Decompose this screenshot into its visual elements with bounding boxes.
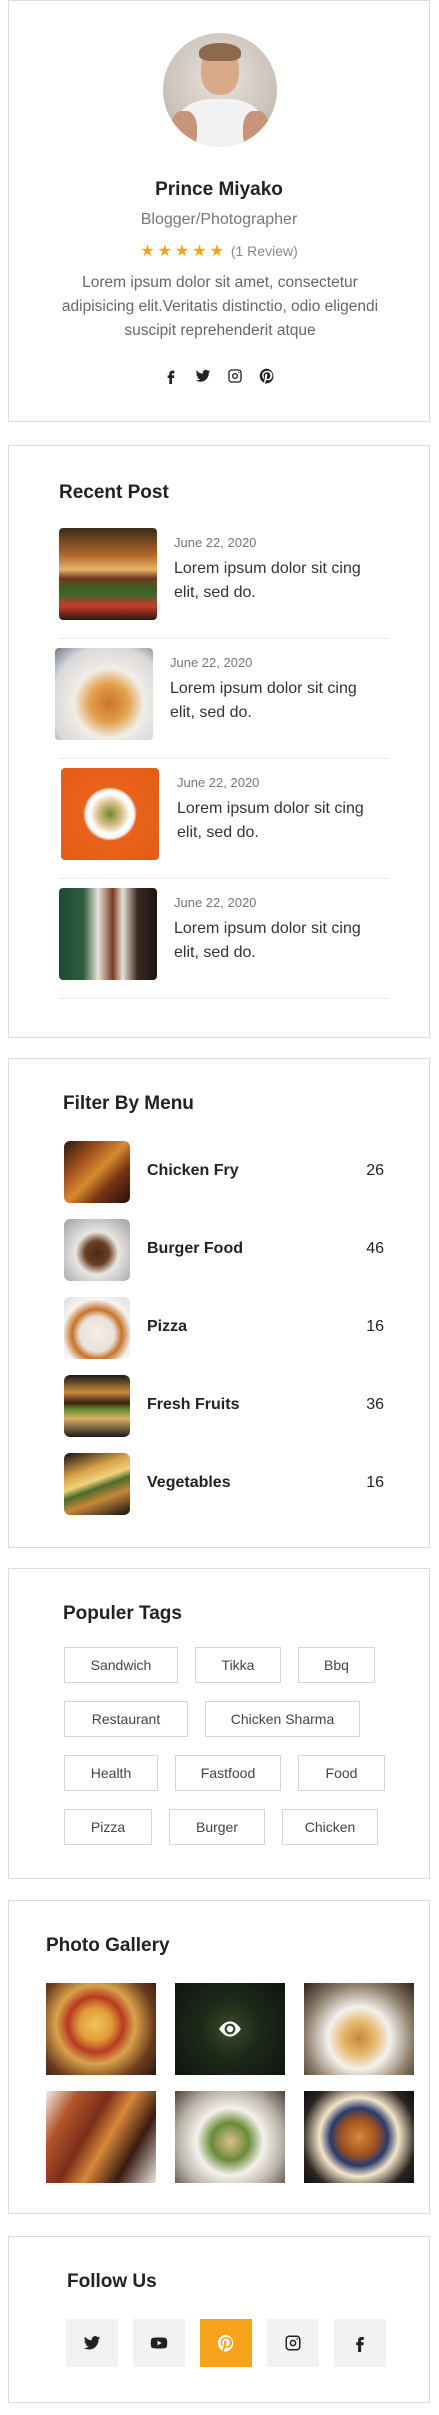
menu-count: 46 — [366, 1240, 384, 1257]
list-item[interactable]: Vegetables 16 — [64, 1453, 384, 1515]
post-thumbnail-dessert[interactable] — [55, 648, 153, 740]
menu-label[interactable]: Vegetables — [147, 1474, 231, 1492]
post-thumbnail-salad[interactable] — [61, 768, 159, 860]
list-item[interactable]: Chicken Fry 26 — [64, 1141, 384, 1203]
gallery-image-plate[interactable] — [304, 1983, 414, 2075]
tag-health[interactable]: Health — [64, 1755, 158, 1791]
menu-label[interactable]: Chicken Fry — [147, 1162, 239, 1180]
list-item[interactable]: June 22, 2020 Lorem ipsum dolor sit cing… — [55, 639, 389, 759]
menu-count: 16 — [366, 1318, 384, 1335]
recent-post-title: Recent Post — [59, 482, 169, 503]
profile-card: Prince Miyako Blogger/Photographer ★★★★★… — [8, 0, 430, 422]
photo-gallery-card: Photo Gallery — [8, 1900, 430, 2214]
tag-burger[interactable]: Burger — [169, 1809, 265, 1845]
gallery-title: Photo Gallery — [46, 1935, 170, 1956]
profile-role: Blogger/Photographer — [140, 211, 298, 228]
recent-post-card: Recent Post June 22, 2020 Lorem ipsum do… — [8, 445, 430, 1038]
gallery-image-skewers[interactable] — [46, 2091, 156, 2183]
tag-chicken-sharma[interactable]: Chicken Sharma — [205, 1701, 360, 1737]
follow-pinterest-button[interactable] — [200, 2319, 252, 2367]
filter-by-menu-card: Filter By Menu Chicken Fry 26 Burger Foo… — [8, 1058, 430, 1548]
post-thumbnail-burger[interactable] — [59, 528, 157, 620]
post-date: June 22, 2020 — [174, 535, 257, 550]
pinterest-icon — [217, 2334, 234, 2352]
post-date: June 22, 2020 — [170, 655, 253, 670]
rating-stars: ★★★★★ — [140, 243, 227, 260]
gallery-image-salad[interactable] — [175, 2091, 285, 2183]
follow-twitter-button[interactable] — [66, 2319, 118, 2367]
menu-count: 26 — [366, 1162, 384, 1179]
post-thumbnail-parfait[interactable] — [59, 888, 157, 980]
list-item[interactable]: Pizza 16 — [64, 1297, 384, 1359]
menu-count: 36 — [366, 1396, 384, 1413]
avatar — [163, 33, 277, 147]
list-item[interactable]: June 22, 2020 Lorem ipsum dolor sit cing… — [59, 759, 389, 879]
twitter-icon[interactable] — [194, 367, 212, 385]
instagram-icon — [285, 2335, 301, 2351]
follow-facebook-button[interactable] — [334, 2319, 386, 2367]
menu-label[interactable]: Burger Food — [147, 1240, 243, 1258]
menu-label[interactable]: Pizza — [147, 1318, 187, 1336]
post-title[interactable]: Lorem ipsum dolor sit cing elit, sed do. — [170, 677, 385, 725]
filter-menu-title: Filter By Menu — [63, 1093, 194, 1114]
gallery-image-pizza[interactable] — [46, 1983, 156, 2075]
tag-restaurant[interactable]: Restaurant — [64, 1701, 188, 1737]
post-title[interactable]: Lorem ipsum dolor sit cing elit, sed do. — [174, 917, 389, 965]
tag-pizza[interactable]: Pizza — [64, 1809, 152, 1845]
tag-tikka[interactable]: Tikka — [195, 1647, 281, 1683]
follow-youtube-button[interactable] — [133, 2319, 185, 2367]
menu-thumbnail — [64, 1375, 130, 1437]
tag-chicken[interactable]: Chicken — [282, 1809, 378, 1845]
menu-thumbnail — [64, 1297, 130, 1359]
post-title[interactable]: Lorem ipsum dolor sit cing elit, sed do. — [177, 797, 392, 845]
post-date: June 22, 2020 — [174, 895, 257, 910]
profile-rating: ★★★★★ (1 Review) — [9, 241, 429, 261]
menu-count: 16 — [366, 1474, 384, 1491]
follow-us-card: Follow Us — [8, 2236, 430, 2403]
menu-thumbnail — [64, 1141, 130, 1203]
tag-fastfood[interactable]: Fastfood — [175, 1755, 281, 1791]
facebook-icon[interactable] — [162, 367, 180, 385]
menu-thumbnail — [64, 1219, 130, 1281]
post-date: June 22, 2020 — [177, 775, 260, 790]
popular-tags-card: Populer Tags Sandwich Tikka Bbq Restaura… — [8, 1568, 430, 1879]
menu-label[interactable]: Fresh Fruits — [147, 1396, 239, 1414]
list-item[interactable]: Burger Food 46 — [64, 1219, 384, 1281]
pinterest-icon[interactable] — [258, 367, 276, 385]
menu-thumbnail — [64, 1453, 130, 1515]
tag-food[interactable]: Food — [298, 1755, 385, 1791]
list-item[interactable]: June 22, 2020 Lorem ipsum dolor sit cing… — [59, 519, 389, 639]
review-count: (1 Review) — [230, 243, 298, 259]
eye-icon[interactable] — [217, 2016, 243, 2042]
instagram-icon[interactable] — [226, 367, 244, 385]
list-item[interactable]: Fresh Fruits 36 — [64, 1375, 384, 1437]
gallery-image-toast[interactable] — [304, 2091, 414, 2183]
tags-title: Populer Tags — [63, 1603, 182, 1624]
facebook-icon — [356, 2337, 364, 2352]
gallery-image-overlay[interactable] — [175, 1983, 285, 2075]
profile-name: Prince Miyako — [155, 179, 283, 200]
follow-instagram-button[interactable] — [267, 2319, 319, 2367]
profile-bio: Lorem ipsum dolor sit amet, consectetur … — [61, 274, 379, 339]
tag-bbq[interactable]: Bbq — [298, 1647, 375, 1683]
list-item[interactable]: June 22, 2020 Lorem ipsum dolor sit cing… — [59, 879, 389, 999]
profile-social-links — [9, 367, 429, 385]
twitter-icon — [83, 2336, 101, 2350]
follow-title: Follow Us — [67, 2271, 157, 2292]
tag-sandwich[interactable]: Sandwich — [64, 1647, 178, 1683]
post-title[interactable]: Lorem ipsum dolor sit cing elit, sed do. — [174, 557, 389, 605]
youtube-icon — [150, 2337, 168, 2349]
